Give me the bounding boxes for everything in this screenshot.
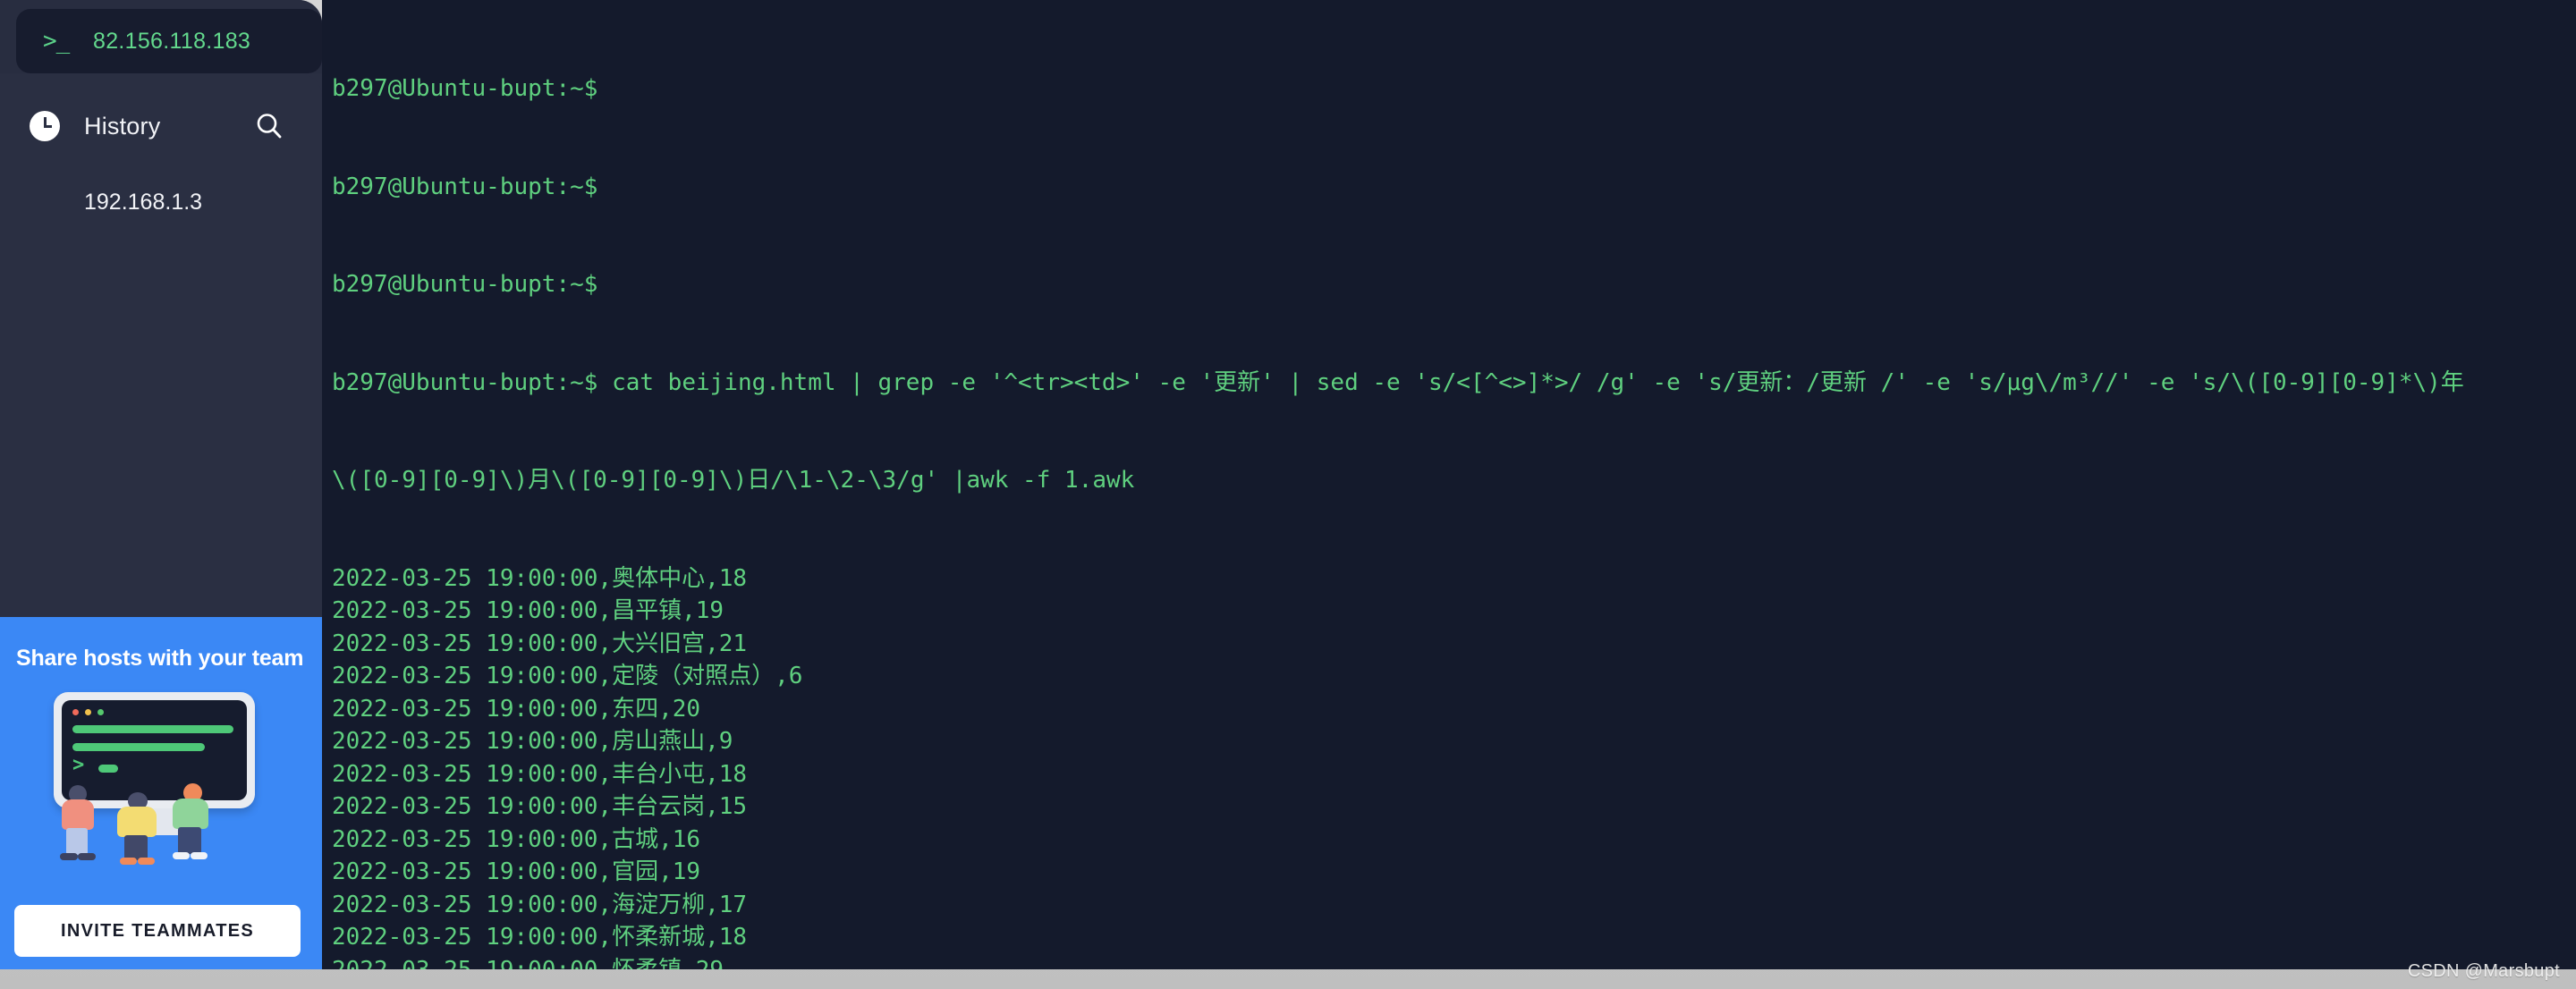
promo-illustration: > xyxy=(49,689,259,867)
terminal-prompt-line: b297@Ubuntu-bupt:~$ xyxy=(332,173,598,200)
code-line-3 xyxy=(98,765,118,773)
terminal-prompt-line: b297@Ubuntu-bupt:~$ xyxy=(332,75,598,102)
code-line-2 xyxy=(72,743,205,751)
terminal-result-rows: 2022-03-25 19:00:00,奥体中心,18 2022-03-25 19… xyxy=(332,562,2576,970)
watermark: CSDN @Marsbupt xyxy=(2407,961,2560,981)
terminal-result-row: 2022-03-25 19:00:00,官园,19 xyxy=(332,858,701,885)
illustration-person-center xyxy=(114,792,164,866)
window-dot-yellow xyxy=(85,709,91,715)
history-item-192-168-1-3[interactable]: 192.168.1.3 xyxy=(0,179,322,225)
illustration-person-right xyxy=(167,783,216,862)
terminal-result-row: 2022-03-25 19:00:00,奥体中心,18 xyxy=(332,564,748,592)
terminal-result-row: 2022-03-25 19:00:00,东四,20 xyxy=(332,695,701,723)
person-shoe xyxy=(138,858,155,865)
terminal-result-row: 2022-03-25 19:00:00,大兴旧宫,21 xyxy=(332,630,748,657)
person-legs xyxy=(178,827,201,854)
person-legs xyxy=(124,835,148,860)
window-dot-red xyxy=(72,709,79,715)
app-window: >_ 82.156.118.183 History 192.168.1.3 Sh… xyxy=(0,0,2576,989)
person-body xyxy=(62,799,94,830)
terminal-result-row: 2022-03-25 19:00:00,古城,16 xyxy=(332,825,701,853)
terminal-result-row: 2022-03-25 19:00:00,海淀万柳,17 xyxy=(332,891,748,918)
person-shoe xyxy=(78,853,96,860)
person-shoe xyxy=(60,853,78,860)
person-body xyxy=(173,799,208,829)
person-body xyxy=(117,807,157,837)
terminal-result-row: 2022-03-25 19:00:00,怀柔镇,29 xyxy=(332,954,2576,970)
search-icon[interactable] xyxy=(254,111,284,141)
terminal-command-line-2: \([0-9][0-9]\)月\([0-9][0-9]\)日/\1-\2-\3/… xyxy=(332,467,1135,494)
terminal-command-line-1: b297@Ubuntu-bupt:~$ cat beijing.html | g… xyxy=(332,368,2464,396)
history-item-label: 192.168.1.3 xyxy=(84,189,203,215)
person-shoe xyxy=(120,858,137,865)
terminal-prompt-icon: >_ xyxy=(43,28,70,55)
history-header: History xyxy=(0,98,322,154)
terminal-result-row: 2022-03-25 19:00:00,定陵（对照点）,6 xyxy=(332,663,803,689)
person-shoe xyxy=(191,852,208,859)
code-line-1 xyxy=(72,725,233,733)
terminal-result-row: 2022-03-25 19:00:00,房山燕山,9 xyxy=(332,728,733,755)
terminal-output[interactable]: b297@Ubuntu-bupt:~$ b297@Ubuntu-bupt:~$ … xyxy=(322,0,2576,969)
caret-icon: > xyxy=(72,754,85,776)
person-legs xyxy=(66,828,88,855)
tab-strip: >_ 82.156.118.183 xyxy=(0,0,322,73)
person-shoe xyxy=(173,852,190,859)
window-dot-green xyxy=(97,709,104,715)
terminal-result-row: 2022-03-25 19:00:00,丰台小屯,18 xyxy=(332,760,748,788)
terminal-result-row: 2022-03-25 19:00:00,怀柔新城,18 xyxy=(332,924,748,951)
clock-icon xyxy=(30,111,60,141)
tab-host-82-156-118-183[interactable]: >_ 82.156.118.183 xyxy=(16,9,322,73)
illustration-person-left xyxy=(56,785,103,862)
promo-title: Share hosts with your team xyxy=(16,646,304,671)
terminal-prompt-line: b297@Ubuntu-bupt:~$ xyxy=(332,271,598,298)
history-title: History xyxy=(84,112,161,139)
terminal-result-row: 2022-03-25 19:00:00,丰台云岗,15 xyxy=(332,793,748,820)
tab-label: 82.156.118.183 xyxy=(93,28,251,54)
invite-teammates-button[interactable]: INVITE TEAMMATES xyxy=(14,905,301,957)
terminal-result-row: 2022-03-25 19:00:00,昌平镇,19 xyxy=(332,597,724,624)
promo-card: Share hosts with your team > INVITE TEAM… xyxy=(0,617,322,969)
terminal-scrollbar[interactable] xyxy=(2567,0,2576,969)
sidebar: >_ 82.156.118.183 History 192.168.1.3 Sh… xyxy=(0,0,322,969)
